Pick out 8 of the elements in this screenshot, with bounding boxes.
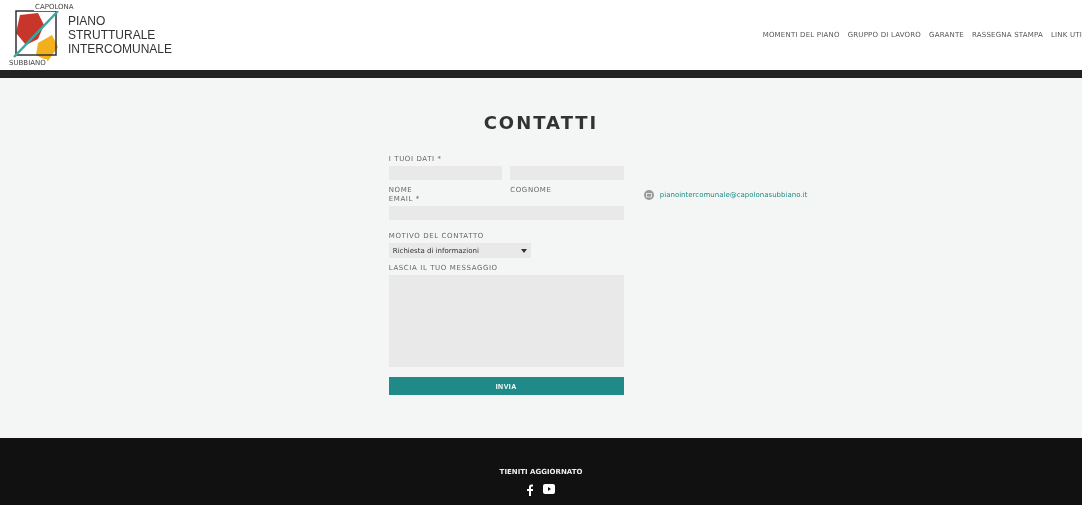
facebook-icon[interactable] [527, 484, 533, 496]
youtube-icon[interactable] [543, 484, 555, 494]
logo-title: INTERCOMUNALE [68, 42, 172, 56]
email-icon [643, 190, 654, 200]
chevron-icon [520, 248, 527, 253]
logo-title: STRUTTURALE [68, 28, 157, 42]
logo-title: PIANO [68, 14, 107, 28]
page-title: CONTATTI [483, 112, 599, 133]
